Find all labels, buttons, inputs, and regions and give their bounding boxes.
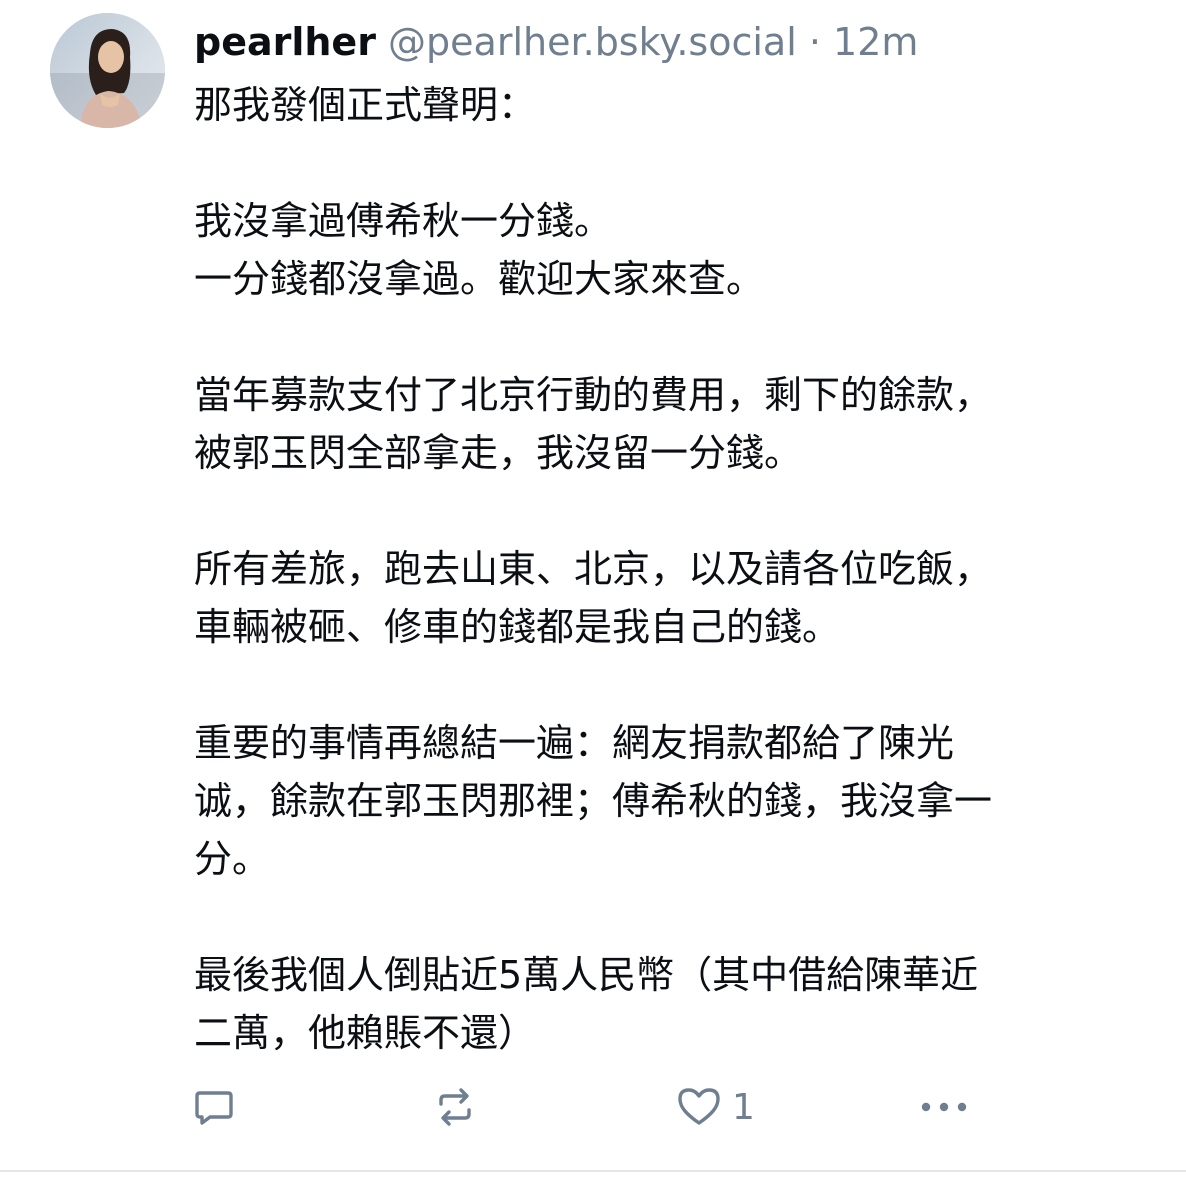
- post-content: pearlher @pearlher.bsky.social · 12m 那我發…: [194, 14, 1154, 1062]
- post-timestamp[interactable]: 12m: [833, 20, 918, 64]
- post-divider: [0, 1170, 1186, 1172]
- like-count: 1: [732, 1086, 755, 1128]
- reply-button[interactable]: [192, 1082, 236, 1132]
- like-button[interactable]: 1: [676, 1082, 755, 1132]
- post-actions: 1: [0, 1082, 1186, 1132]
- post-header: pearlher @pearlher.bsky.social · 12m: [194, 14, 1154, 70]
- repost-arrows-icon: [439, 1088, 471, 1126]
- author-handle[interactable]: @pearlher.bsky.social: [388, 20, 797, 64]
- header-separator: ·: [808, 20, 821, 64]
- speech-bubble-icon: [195, 1091, 233, 1125]
- heart-outline-icon: [678, 1088, 720, 1125]
- ellipsis-icon: [921, 1102, 967, 1112]
- repost-button[interactable]: [432, 1082, 478, 1132]
- post-card[interactable]: pearlher @pearlher.bsky.social · 12m 那我發…: [0, 0, 1186, 1170]
- more-options-button[interactable]: [918, 1082, 970, 1132]
- avatar-photo: [50, 13, 165, 128]
- avatar[interactable]: [50, 13, 165, 128]
- author-display-name[interactable]: pearlher: [194, 20, 376, 64]
- post-text: 那我發個正式聲明： 我沒拿過傅希秋一分錢。 一分錢都沒拿過。歡迎大家來查。 當年…: [194, 83, 993, 1055]
